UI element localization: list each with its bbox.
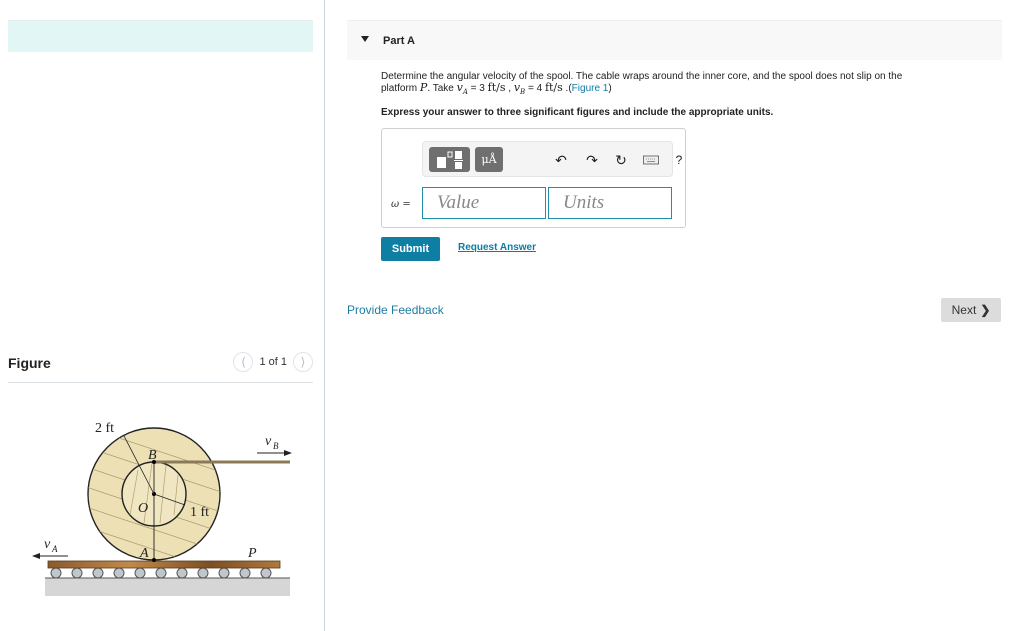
label-point-a: A (139, 546, 149, 561)
question-line-1: Determine the angular velocity of the sp… (381, 71, 903, 82)
previous-figure-button[interactable]: ⟨ (233, 352, 254, 372)
chevron-right-icon: ⟩ (300, 355, 306, 369)
submit-button[interactable]: Submit (381, 237, 440, 261)
link-suffix: ) (608, 83, 612, 94)
label-va-sub: A (51, 544, 58, 554)
part-title: Part A (383, 35, 415, 47)
chevron-left-icon: ⟨ (241, 355, 246, 369)
question-text: Determine the angular velocity of the sp… (381, 71, 991, 98)
math-toolbar: μÅ ↶ ↷ ↻ ? (422, 141, 682, 177)
label-va: v (44, 537, 51, 552)
left-panel: Figure ⟨ 1 of 1 ⟩ 2 ft 1 ft B O A P v B … (0, 0, 325, 631)
next-label: Next (951, 303, 977, 317)
vb-unit: ft/s (544, 81, 563, 94)
platform (47, 560, 281, 569)
vb-arrowhead (284, 450, 292, 456)
question-text-fragment: . Take (427, 83, 457, 94)
question-line-2: platform P. Take vA = 3 ft/s , vB = 4 ft… (381, 82, 991, 98)
label-inner-radius: 1 ft (190, 505, 209, 520)
help-button[interactable]: ? (670, 150, 688, 170)
figure-header: Figure ⟨ 1 of 1 ⟩ (8, 350, 313, 383)
templates-icon (436, 150, 463, 169)
label-vb-sub: B (273, 441, 279, 451)
provide-feedback-link[interactable]: Provide Feedback (347, 303, 444, 317)
link-prefix: .( (562, 83, 572, 94)
label-platform: P (247, 546, 257, 561)
chevron-right-icon: ❯ (980, 303, 991, 317)
units-button[interactable]: μÅ (475, 147, 503, 172)
value-input[interactable]: Value (422, 187, 546, 219)
top-band (8, 20, 313, 52)
omega-label: ω = (391, 199, 411, 210)
units-input[interactable]: Units (548, 187, 672, 219)
va-unit: ft/s (487, 81, 506, 94)
next-figure-button[interactable]: ⟩ (293, 352, 313, 372)
part-a-header[interactable]: Part A (347, 20, 1002, 60)
templates-button[interactable] (429, 147, 470, 172)
label-point-b: B (148, 448, 157, 463)
figure-page-indicator: 1 of 1 (259, 356, 287, 368)
figure-nav: ⟨ 1 of 1 ⟩ (233, 352, 313, 372)
ground (45, 578, 290, 596)
caret-down-icon (361, 36, 369, 42)
figure-1-link[interactable]: Figure 1 (572, 83, 609, 94)
separator: , (505, 83, 514, 94)
redo-icon[interactable]: ↷ (583, 150, 601, 170)
keyboard-icon[interactable] (642, 150, 660, 170)
label-outer-radius: 2 ft (95, 421, 114, 436)
va-value: = 3 (467, 83, 488, 94)
request-answer-link[interactable]: Request Answer (458, 242, 536, 253)
instruction-text: Express your answer to three significant… (381, 107, 774, 118)
label-point-o: O (138, 501, 148, 516)
va-arrowhead (32, 553, 40, 559)
label-vb: v (265, 434, 272, 449)
reset-icon[interactable]: ↻ (612, 150, 630, 170)
point-a-dot (152, 558, 156, 562)
figure-title: Figure (8, 355, 51, 371)
undo-icon[interactable]: ↶ (552, 150, 570, 170)
vb-value: = 4 (525, 83, 545, 94)
next-button[interactable]: Next ❯ (941, 298, 1001, 322)
spool-figure: 2 ft 1 ft B O A P v B v A (32, 421, 292, 596)
question-text-fragment: platform (381, 83, 420, 94)
rollers (50, 567, 272, 579)
answer-box: μÅ ↶ ↷ ↻ ? ω = Value Units (381, 128, 686, 228)
